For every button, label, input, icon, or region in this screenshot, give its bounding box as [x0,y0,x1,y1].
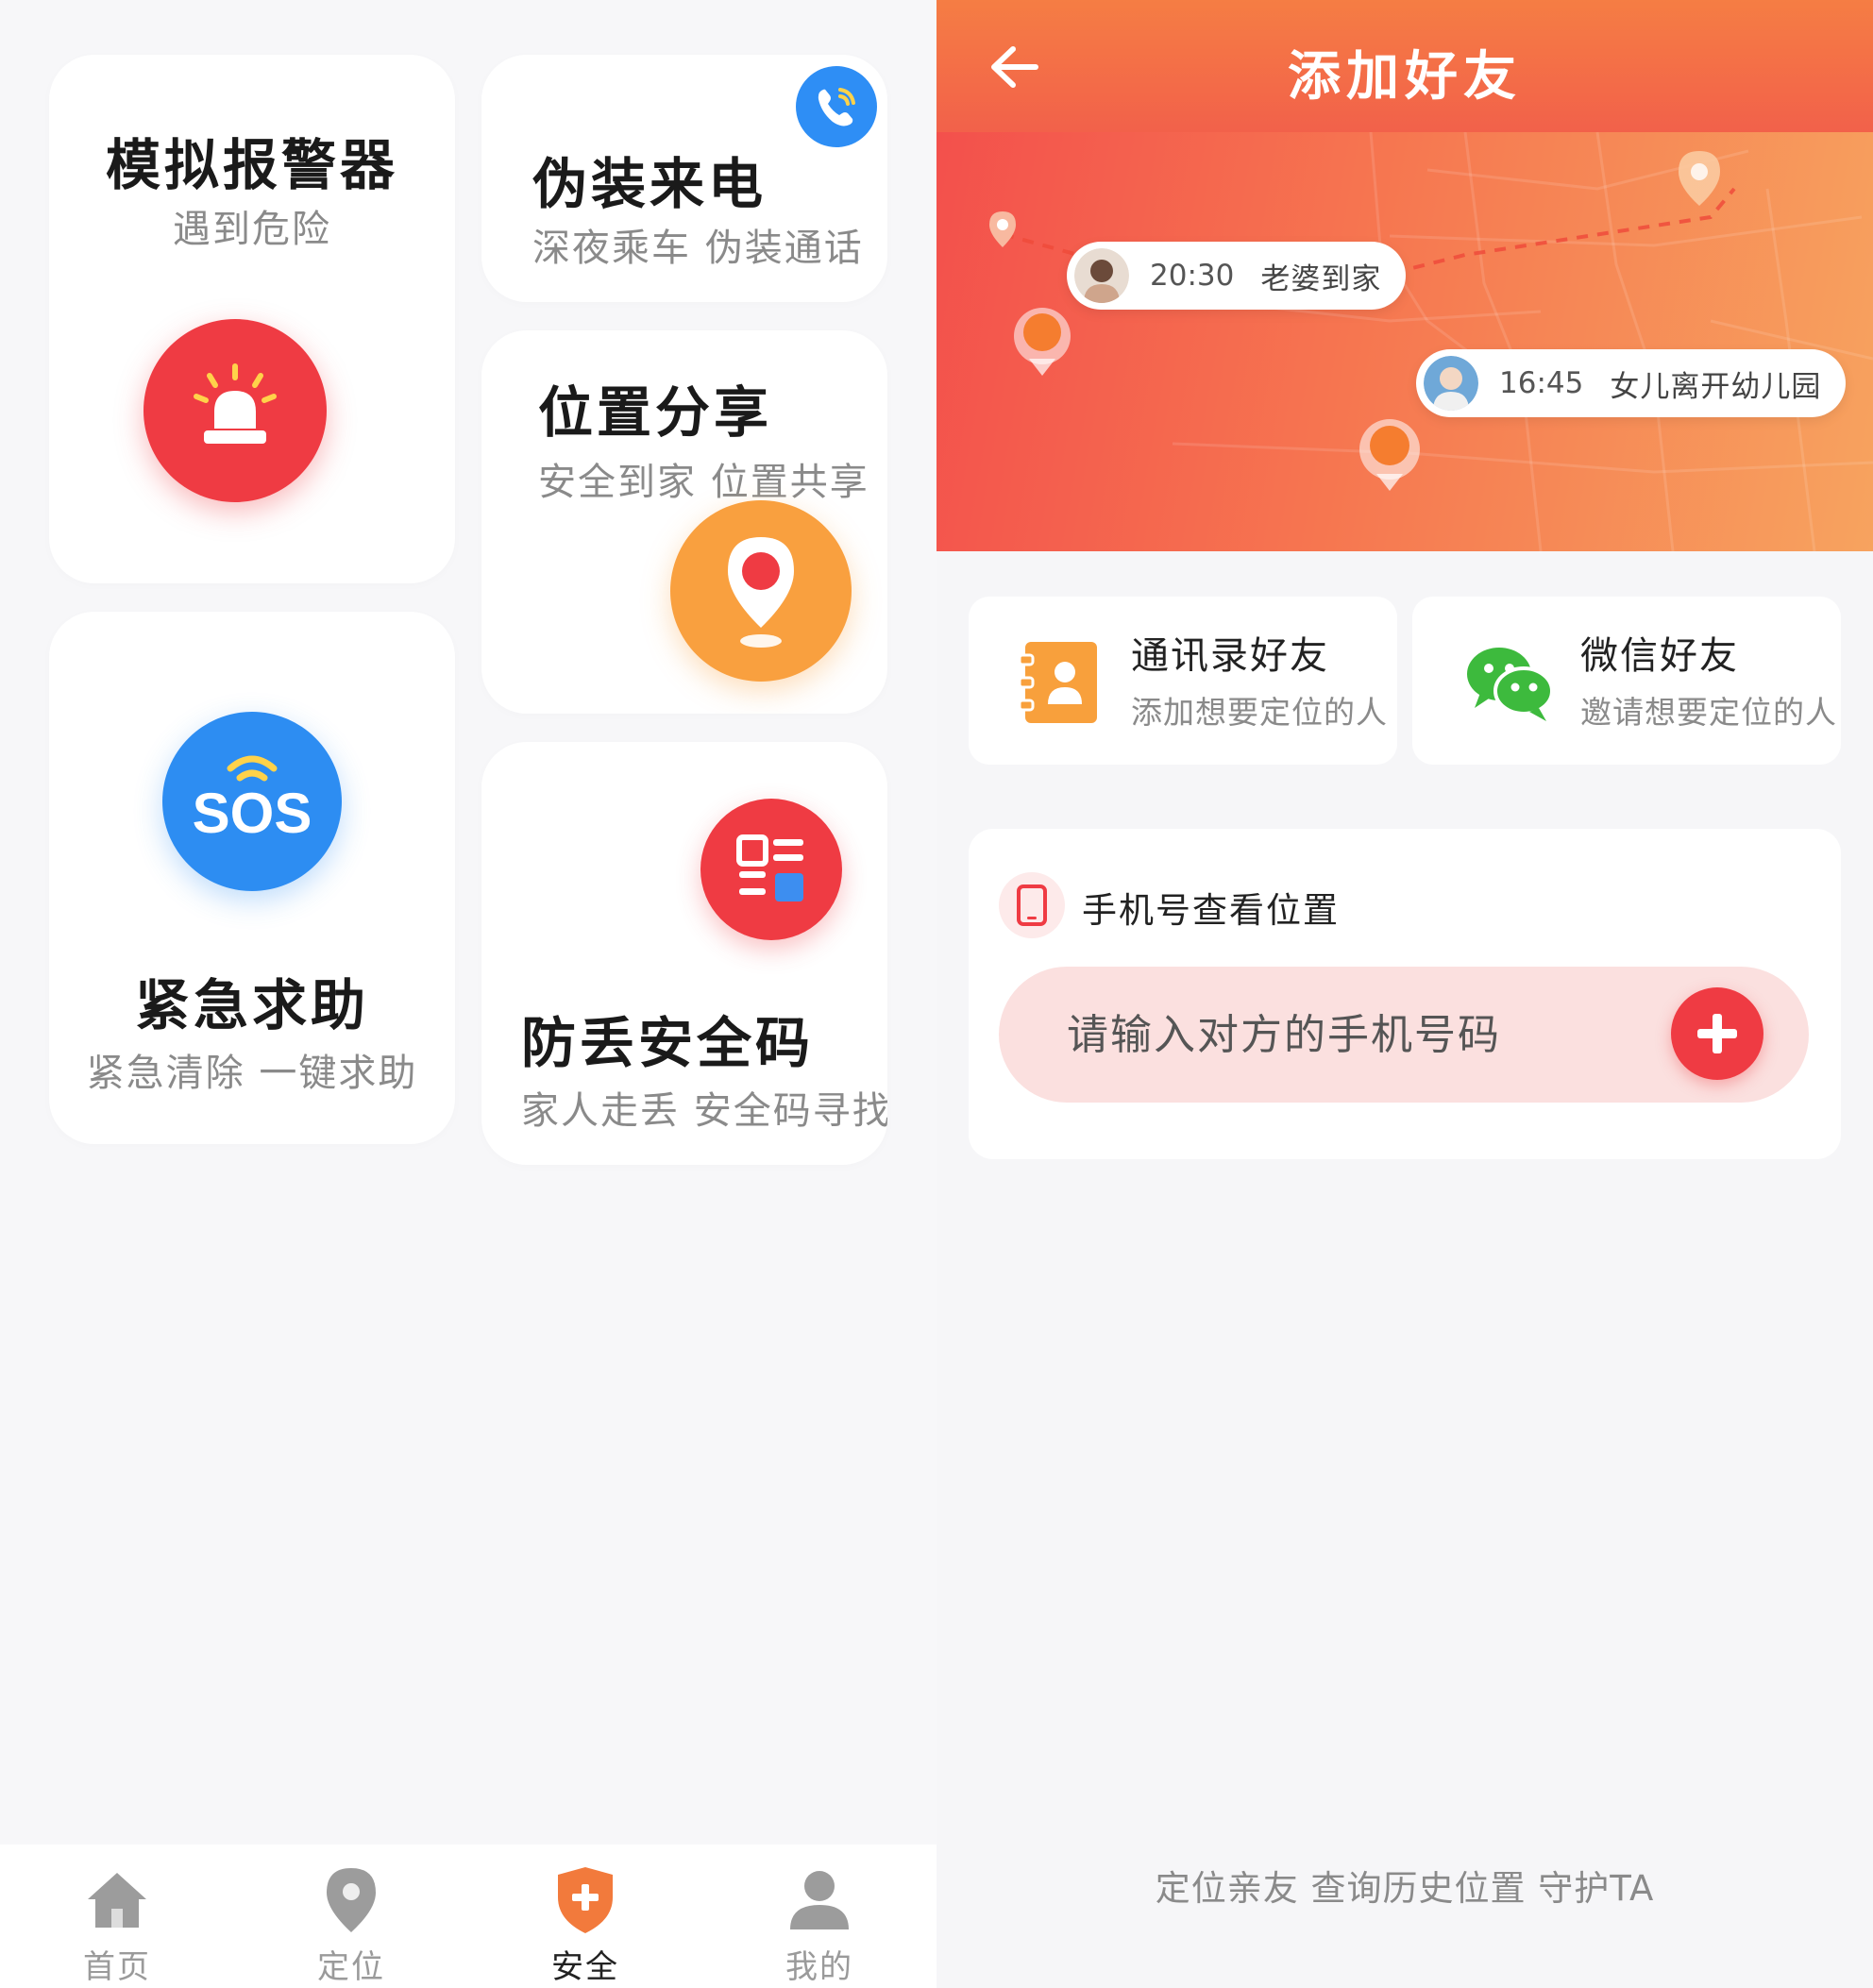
home-icon [84,1865,150,1935]
contacts-book-icon [1016,636,1101,727]
plus-icon [1697,1014,1737,1053]
sos-card[interactable]: SOS 紧急求助 紧急清除 一键求助 [49,612,455,1144]
tag-event: 女儿离开幼儿园 [1610,369,1822,404]
wechat-friends-button[interactable]: 微信好友 邀请想要定位的人 [1412,597,1841,765]
siren-icon [143,319,327,502]
nav-location-label: 定位 [317,1948,385,1986]
tag-time: 16:45 [1499,366,1584,400]
phone-call-icon [796,66,877,147]
map-background [989,132,1873,551]
alarm-subtitle: 遇到危险 [173,208,331,251]
page-title: 添加好友 [1288,46,1522,108]
wechat-friends-title: 微信好友 [1580,634,1739,678]
nav-home[interactable]: 首页 [0,1845,234,1988]
tag-event: 老婆到家 [1260,261,1382,296]
nav-safety[interactable]: 安全 [468,1845,702,1988]
location-share-title: 位置分享 [538,380,773,445]
phone-input-container [999,967,1809,1103]
add-friend-button[interactable] [1671,987,1763,1080]
contacts-friends-button[interactable]: 通讯录好友 添加想要定位的人 [969,597,1397,765]
location-share-subtitle: 安全到家 位置共享 [538,461,869,504]
contacts-friends-subtitle: 添加想要定位的人 [1131,694,1388,731]
nav-profile[interactable]: 我的 [702,1845,936,1988]
sos-icon: SOS [162,712,342,891]
header: 添加好友 [936,0,1873,132]
avatar [1424,356,1478,411]
tag-time: 20:30 [1150,259,1235,293]
fake-call-subtitle: 深夜乘车 伪装通话 [532,227,864,270]
safety-screen: 模拟报警器 遇到危险 伪装来电 深夜乘车 伪装通话 位置分享 安全到家 位置共享… [0,0,936,1988]
qr-code-icon [700,799,842,940]
phone-lookup-card: 手机号查看位置 [969,829,1841,1159]
map-pin-orange [1014,308,1071,376]
safety-code-title: 防丢安全码 [521,1011,815,1075]
map-view: 20:30 老婆到家 16:45 女儿离开幼儿园 [936,132,1873,551]
fake-call-title: 伪装来电 [532,152,768,216]
add-friend-screen: 添加好友 20:30 老婆到家 16:45 女儿离开幼儿园 通讯录好友 添加想要… [936,0,1873,1988]
nav-home-label: 首页 [83,1948,151,1986]
map-pin-orange [1359,419,1420,491]
profile-icon [786,1865,852,1935]
fake-call-card[interactable]: 伪装来电 深夜乘车 伪装通话 [481,55,887,302]
alarm-card[interactable]: 模拟报警器 遇到危险 [49,55,455,583]
nav-profile-label: 我的 [785,1948,853,1986]
sos-icon-text: SOS [193,782,312,845]
slogan-text: 定位亲友 查询历史位置 守护TA [1155,1868,1655,1909]
phone-number-input[interactable] [1067,967,1671,1103]
sos-title: 紧急求助 [134,973,369,1037]
safety-code-card[interactable]: 防丢安全码 家人走丢 安全码寻找 [481,742,887,1165]
wechat-icon [1463,636,1556,727]
nav-location[interactable]: 定位 [234,1845,468,1988]
location-pin-icon [670,500,852,682]
nav-safety-label: 安全 [551,1948,619,1986]
map-location-tag[interactable]: 16:45 女儿离开幼儿园 [1416,349,1847,417]
alarm-title: 模拟报警器 [105,133,398,197]
contacts-friends-title: 通讯录好友 [1131,634,1329,678]
mobile-phone-icon [999,872,1065,938]
wechat-friends-subtitle: 邀请想要定位的人 [1580,694,1837,731]
map-pin-small [989,211,1016,247]
safety-code-subtitle: 家人走丢 安全码寻找 [521,1089,887,1133]
bottom-nav: 首页 定位 安全 我的 [0,1845,936,1988]
location-icon [318,1865,384,1935]
location-share-card[interactable]: 位置分享 安全到家 位置共享 [481,330,887,714]
map-pin-small [1679,151,1720,206]
phone-lookup-title: 手机号查看位置 [1082,890,1340,931]
sos-subtitle: 紧急清除 一键求助 [86,1052,418,1095]
map-location-tag[interactable]: 20:30 老婆到家 [1067,242,1407,310]
avatar [1074,248,1129,303]
shield-plus-icon [552,1865,618,1935]
